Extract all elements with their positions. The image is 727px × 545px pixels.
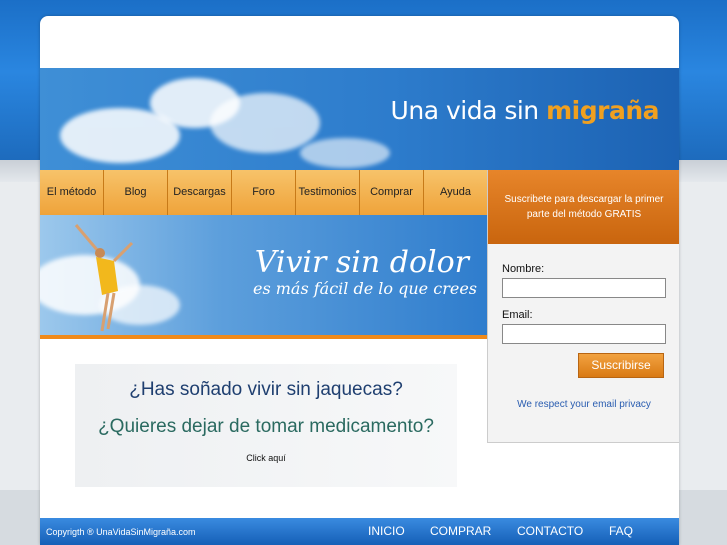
- nav-item-metodo[interactable]: El método: [40, 170, 104, 215]
- banner-title: Vivir sin dolor: [254, 245, 469, 280]
- promo-question-2: ¿Quieres dejar de tomar medicamento?: [98, 416, 434, 437]
- footer-link-inicio[interactable]: INICIO: [368, 524, 405, 538]
- name-label: Nombre:: [502, 263, 545, 275]
- hero-banner: Vivir sin dolor es más fácil de lo que c…: [40, 215, 487, 335]
- subscribe-heading: Suscribete para descargar la primer part…: [488, 170, 679, 244]
- footer-link-contacto[interactable]: CONTACTO: [517, 524, 583, 538]
- subscribe-box: Suscribete para descargar la primer part…: [487, 170, 679, 443]
- privacy-link[interactable]: We respect your email privacy: [488, 399, 679, 410]
- site-title[interactable]: Una vida sin migraña: [390, 96, 660, 125]
- main-nav: El método Blog Descargas Foro Testimonio…: [40, 170, 487, 215]
- copyright-text: Copyrigth ® UnaVidaSinMigraña.com: [46, 527, 196, 537]
- cloud-decoration: [300, 138, 390, 168]
- banner-divider: [40, 335, 487, 339]
- woman-figure-icon: [74, 224, 134, 332]
- email-label: Email:: [502, 309, 533, 321]
- nav-item-foro[interactable]: Foro: [232, 170, 296, 215]
- nav-item-ayuda[interactable]: Ayuda: [424, 170, 487, 215]
- footer-link-comprar[interactable]: COMPRAR: [430, 524, 491, 538]
- site-footer: Copyrigth ® UnaVidaSinMigraña.com INICIO…: [40, 518, 679, 545]
- site-title-main: Una vida sin: [390, 96, 547, 125]
- nav-item-testimonios[interactable]: Testimonios: [296, 170, 360, 215]
- site-title-accent: migraña: [546, 96, 659, 125]
- cloud-decoration: [210, 93, 320, 153]
- name-field[interactable]: [502, 278, 666, 298]
- nav-item-blog[interactable]: Blog: [104, 170, 168, 215]
- banner-subtitle: es más fácil de lo que crees: [252, 279, 477, 298]
- footer-link-faq[interactable]: FAQ: [609, 524, 633, 538]
- nav-item-descargas[interactable]: Descargas: [168, 170, 232, 215]
- subscribe-button[interactable]: Suscribirse: [578, 353, 664, 378]
- page-container: Una vida sin migraña El método Blog Desc…: [40, 16, 679, 545]
- site-header: Una vida sin migraña: [40, 68, 679, 170]
- nav-item-comprar[interactable]: Comprar: [360, 170, 424, 215]
- email-field[interactable]: [502, 324, 666, 344]
- click-here-link[interactable]: Click aquí: [75, 453, 457, 463]
- promo-box: ¿Has soñado vivir sin jaquecas? ¿Quieres…: [75, 364, 457, 487]
- promo-question-1: ¿Has soñado vivir sin jaquecas?: [129, 379, 403, 400]
